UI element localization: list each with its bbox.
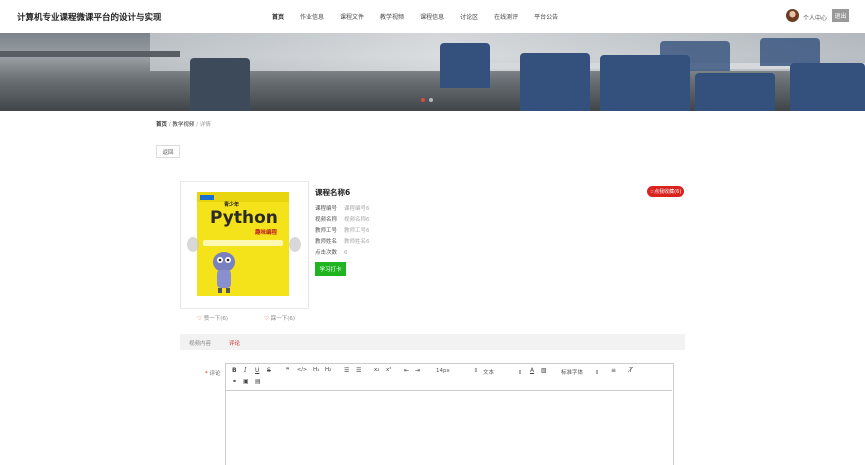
quote-icon[interactable]: ❞	[286, 367, 289, 374]
video-icon[interactable]: ▤	[255, 378, 261, 385]
nav-videos[interactable]: 教学视频	[380, 12, 404, 24]
favorite-button[interactable]: ☆点我收藏(6)	[647, 186, 684, 197]
info-value: 6	[344, 250, 348, 256]
nav-course-files[interactable]: 课程文件	[340, 12, 364, 24]
info-row-teacher-name: 教师姓名 教师姓名6	[315, 237, 370, 245]
info-label: 教师工号	[315, 228, 338, 234]
cover-title: Python	[210, 208, 278, 228]
breadcrumb-separator: /	[168, 122, 171, 128]
cover-subtitle: 趣味编程	[255, 230, 278, 236]
site-title: 计算机专业课程微课平台的设计与实现	[17, 13, 162, 23]
editor-toolbar-divider	[226, 390, 672, 391]
dislike-label: 踩一下(6)	[270, 316, 295, 322]
carousel-indicators	[421, 98, 433, 102]
comment-label-text: 评论	[209, 371, 221, 377]
thumbs-down-icon: ♡	[264, 316, 269, 322]
font-family-select[interactable]: 标准字体 ⇕	[561, 368, 599, 376]
info-row-click-count: 点击次数 6	[315, 248, 348, 256]
background-color-icon[interactable]: ▧	[541, 367, 547, 374]
info-label: 点击次数	[315, 250, 338, 256]
info-row-teacher-id: 教师工号 教师工号6	[315, 226, 370, 234]
breadcrumb-home[interactable]: 首页	[156, 122, 167, 128]
info-label: 视频名称	[315, 217, 338, 223]
cover-small-text: 青少年	[224, 202, 240, 208]
main-nav: 首页 作业信息 课程文件 教学视频 课程信息 讨论区 在线测评 平台公告	[272, 12, 574, 24]
next-image-arrow[interactable]	[289, 237, 301, 252]
nav-home[interactable]: 首页	[272, 12, 284, 24]
tab-bar	[180, 334, 685, 350]
image-icon[interactable]: ▣	[243, 378, 249, 385]
carousel-dot-2[interactable]	[429, 98, 433, 102]
user-center-link[interactable]: 个人中心	[803, 13, 827, 22]
breadcrumb-videos[interactable]: 教学视频	[172, 122, 194, 128]
nav-course-info[interactable]: 课程信息	[420, 12, 444, 24]
info-value: 课程编号6	[344, 206, 370, 212]
like-label: 赞一下(6)	[203, 316, 228, 322]
info-value: 教师工号6	[344, 228, 370, 234]
thumbs-up-icon: ♡	[197, 316, 202, 322]
bold-icon[interactable]: B	[232, 367, 237, 374]
breadcrumb: 首页 / 教学视频 / 详情	[156, 120, 211, 128]
link-icon[interactable]: ⚭	[232, 378, 237, 385]
required-mark: *	[205, 371, 208, 377]
nav-announcements[interactable]: 平台公告	[534, 12, 558, 24]
tab-comments[interactable]: 评论	[229, 339, 240, 347]
publisher-logo	[200, 195, 214, 200]
superscript-icon[interactable]: x²	[386, 367, 391, 373]
info-label: 课程编号	[315, 206, 338, 212]
mascot-illustration	[213, 252, 235, 293]
logout-button[interactable]: 退出	[832, 9, 849, 22]
course-name: 课程名称6	[315, 188, 351, 197]
font-size-value: 14px	[436, 368, 450, 374]
back-button[interactable]: 返回	[156, 145, 180, 158]
tab-video-content[interactable]: 视频内容	[189, 339, 211, 347]
chevron-down-icon: ⇕	[473, 368, 479, 374]
prev-image-arrow[interactable]	[187, 237, 199, 252]
italic-icon[interactable]: I	[244, 367, 246, 374]
header1-icon[interactable]: H₁	[313, 367, 319, 373]
comment-editor[interactable]	[225, 363, 674, 465]
info-row-video-name: 视频名称 视频名称6	[315, 215, 370, 223]
bullet-list-icon[interactable]: ☰	[356, 367, 361, 374]
carousel-dot-1[interactable]	[421, 98, 425, 102]
format-select[interactable]: 文本 ⇕	[483, 368, 522, 376]
info-label: 教师姓名	[315, 239, 338, 245]
indent-icon[interactable]: ⇥	[415, 367, 420, 374]
format-value: 文本	[483, 370, 495, 376]
font-family-value: 标准字体	[561, 370, 584, 376]
info-value: 教师姓名6	[344, 239, 370, 245]
align-icon[interactable]: ≡	[611, 367, 616, 374]
strike-icon[interactable]: S	[267, 367, 271, 374]
nav-homework[interactable]: 作业信息	[300, 12, 324, 24]
breadcrumb-current: 详情	[199, 122, 211, 128]
chevron-down-icon: ⇕	[594, 370, 600, 376]
header2-icon[interactable]: H₂	[325, 367, 331, 373]
comment-label: * 评论	[205, 369, 221, 377]
subscript-icon[interactable]: x₂	[374, 367, 379, 373]
chevron-down-icon: ⇕	[517, 370, 523, 376]
info-value: 视频名称6	[344, 217, 370, 223]
breadcrumb-separator: /	[196, 122, 198, 128]
dislike-button[interactable]: ♡ 踩一下(6)	[264, 314, 295, 322]
clear-format-icon[interactable]: T̸	[629, 367, 633, 374]
ordered-list-icon[interactable]: ☰	[344, 367, 349, 374]
info-row-course-id: 课程编号 课程编号6	[315, 204, 370, 212]
nav-online-test[interactable]: 在线测评	[494, 12, 518, 24]
avatar[interactable]	[786, 9, 799, 22]
nav-forum[interactable]: 讨论区	[460, 12, 478, 24]
code-icon[interactable]: </>	[297, 367, 307, 373]
cover-band	[203, 240, 283, 246]
font-color-icon[interactable]: A	[530, 367, 534, 374]
study-checkin-button[interactable]: 学习打卡	[315, 262, 346, 276]
font-size-select[interactable]: 14px ⇕	[436, 368, 478, 374]
like-button[interactable]: ♡ 赞一下(6)	[197, 314, 228, 322]
underline-icon[interactable]: U	[255, 367, 259, 374]
outdent-icon[interactable]: ⇤	[404, 367, 409, 374]
